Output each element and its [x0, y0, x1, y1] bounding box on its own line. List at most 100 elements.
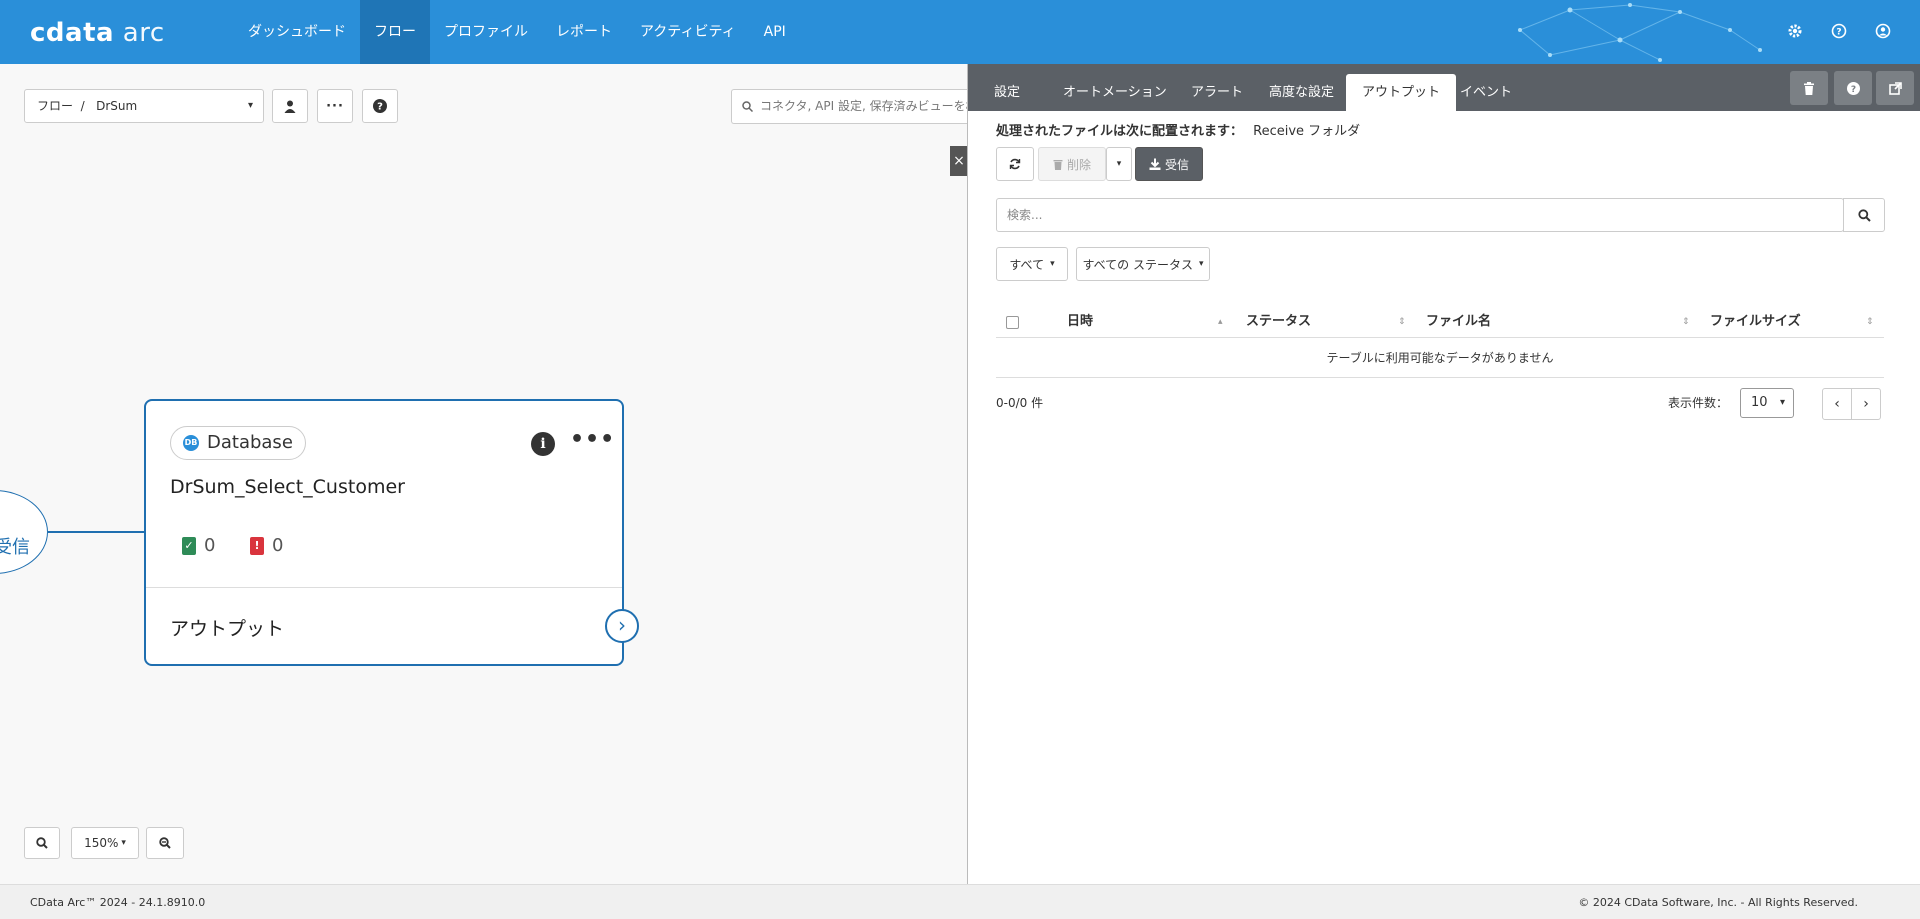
filter-all-dropdown[interactable]: すべて ▾ [996, 247, 1068, 281]
info-icon[interactable]: i [531, 432, 555, 456]
more-options-button[interactable]: ··· [317, 89, 353, 123]
panel-tabs: 設定 オートメーション アラート 高度な設定 アウトプット イベント ? [968, 64, 1920, 111]
top-icons: ? [1784, 20, 1894, 42]
filter-all-label: すべて [1009, 257, 1045, 272]
ellipsis-icon: ··· [326, 98, 344, 114]
version-text: CData Arc™ 2024 - 24.1.8910.0 [30, 896, 206, 909]
flow-connector [48, 531, 145, 533]
nav-activity[interactable]: アクティビティ [626, 0, 750, 64]
download-icon [1149, 158, 1161, 170]
network-decoration [1518, 3, 1762, 62]
column-filename[interactable]: ファイル名 [1426, 306, 1491, 338]
output-label: アウトプット [170, 618, 285, 640]
nav-reports[interactable]: レポート [542, 0, 626, 64]
svg-text:?: ? [1836, 28, 1841, 38]
copyright-text: © 2024 CData Software, Inc. - All Rights… [1578, 896, 1858, 909]
chevron-down-icon: ▾ [121, 838, 126, 848]
per-page-label: 表示件数： [1668, 396, 1729, 410]
flow-breadcrumb-select[interactable]: フロー / DrSum ▾ [24, 89, 264, 123]
chevron-right-icon: › [1863, 396, 1869, 412]
chevron-right-icon[interactable]: › [605, 609, 639, 643]
column-datetime[interactable]: 日時 [1067, 306, 1093, 338]
output-search-input[interactable]: 検索... [996, 198, 1844, 232]
nav-profile[interactable]: プロファイル [430, 0, 542, 64]
sort-icon[interactable]: ⇕ [1682, 306, 1690, 338]
user-icon[interactable] [1872, 20, 1894, 42]
close-panel-button[interactable]: × [950, 146, 968, 176]
file-check-icon: ✓ [182, 536, 196, 555]
nav-dashboard[interactable]: ダッシュボード [234, 0, 360, 64]
chevron-down-icon: ▾ [1116, 159, 1122, 169]
external-link-icon[interactable] [1876, 71, 1914, 105]
sort-icon[interactable]: ⇕ [1866, 306, 1874, 338]
trash-icon[interactable] [1790, 71, 1828, 105]
receive-label: 受信 [1164, 157, 1189, 172]
refresh-icon [1009, 158, 1021, 170]
trash-icon [1053, 159, 1063, 170]
tab-output[interactable]: アウトプット [1346, 74, 1457, 111]
zoom-level: 150% [84, 836, 119, 850]
ellipsis-icon[interactable]: ••• [570, 427, 615, 452]
connector-detail-panel: 設定 オートメーション アラート 高度な設定 アウトプット イベント ? 処理さ… [967, 64, 1920, 884]
nav-api[interactable]: API [750, 0, 800, 64]
connector-search-input[interactable]: コネクタ, API 設定, 保存済みビューを検索 [731, 89, 971, 124]
receive-node[interactable] [0, 490, 48, 574]
top-navbar: cdata arc ダッシュボード フロー プロファイル レポート アクティビテ… [0, 0, 1920, 64]
help-button[interactable]: ? [362, 89, 398, 123]
main-nav: ダッシュボード フロー プロファイル レポート アクティビティ API [234, 0, 800, 64]
per-page-value: 10 [1751, 395, 1768, 410]
nav-flow[interactable]: フロー [360, 0, 430, 64]
error-count[interactable]: ! 0 [250, 535, 283, 556]
breadcrumb-text: フロー / DrSum [37, 99, 138, 113]
search-icon [742, 90, 754, 123]
svg-text:?: ? [377, 102, 383, 113]
connector-name: DrSum_Select_Customer [170, 476, 405, 498]
tab-advanced[interactable]: 高度な設定 [1253, 74, 1350, 111]
delete-button[interactable]: 削除 [1038, 147, 1106, 181]
column-filesize[interactable]: ファイルサイズ [1710, 306, 1801, 338]
processed-files-label: 処理されたファイルは次に配置されます： [996, 124, 1244, 139]
svg-text:?: ? [1850, 85, 1855, 95]
filter-status-dropdown[interactable]: すべての ステータス ▾ [1076, 247, 1210, 281]
zoom-level-select[interactable]: 150% ▾ [71, 827, 139, 859]
card-divider [146, 587, 622, 588]
search-placeholder: 検索... [1007, 208, 1043, 222]
user-filter-button[interactable] [272, 89, 308, 123]
sort-icon[interactable]: ⇕ [1398, 306, 1406, 338]
per-page-select[interactable]: 10 ▾ [1740, 388, 1794, 418]
logo-bold-text: cdata [30, 18, 115, 48]
processed-files-value: Receive フォルダ [1253, 124, 1361, 139]
zoom-out-button[interactable] [146, 827, 184, 859]
previous-page-button[interactable]: ‹ [1822, 388, 1852, 420]
tab-automation[interactable]: オートメーション [1047, 74, 1183, 111]
select-all-checkbox[interactable] [1006, 316, 1019, 329]
cdata-arc-logo[interactable]: cdata arc [30, 18, 165, 48]
search-button[interactable] [1843, 198, 1885, 232]
record-count: 0-0/0 件 [996, 396, 1044, 410]
gear-icon[interactable] [1784, 20, 1806, 42]
tab-alerts[interactable]: アラート [1175, 74, 1259, 111]
column-status[interactable]: ステータス [1246, 306, 1311, 338]
connector-type-badge: DB Database [170, 426, 306, 460]
zoom-in-icon [36, 837, 48, 849]
database-connector-card[interactable]: DB Database i ••• DrSum_Select_Customer … [144, 399, 639, 666]
refresh-button[interactable] [996, 147, 1034, 181]
tab-settings[interactable]: 設定 [978, 74, 1036, 111]
receive-button[interactable]: 受信 [1135, 147, 1203, 181]
connector-type-label: Database [207, 432, 293, 453]
chevron-left-icon: ‹ [1834, 396, 1840, 412]
question-circle-icon: ? [373, 99, 387, 113]
database-icon: DB [183, 435, 199, 451]
tab-events[interactable]: イベント [1444, 74, 1528, 111]
sort-desc-icon[interactable]: ▴ [1218, 306, 1223, 338]
help-icon[interactable]: ? [1834, 71, 1872, 105]
zoom-out-icon [159, 837, 171, 849]
empty-table-message: テーブルに利用可能なデータがありません [996, 338, 1884, 378]
zoom-in-button[interactable] [24, 827, 60, 859]
help-icon[interactable]: ? [1828, 20, 1850, 42]
success-count[interactable]: ✓ 0 [182, 535, 215, 556]
next-page-button[interactable]: › [1851, 388, 1881, 420]
delete-options-toggle[interactable]: ▾ [1106, 147, 1132, 181]
error-count-value: 0 [272, 535, 284, 556]
output-table-header: 日時 ▴ ステータス ⇕ ファイル名 ⇕ ファイルサイズ ⇕ [996, 306, 1884, 338]
